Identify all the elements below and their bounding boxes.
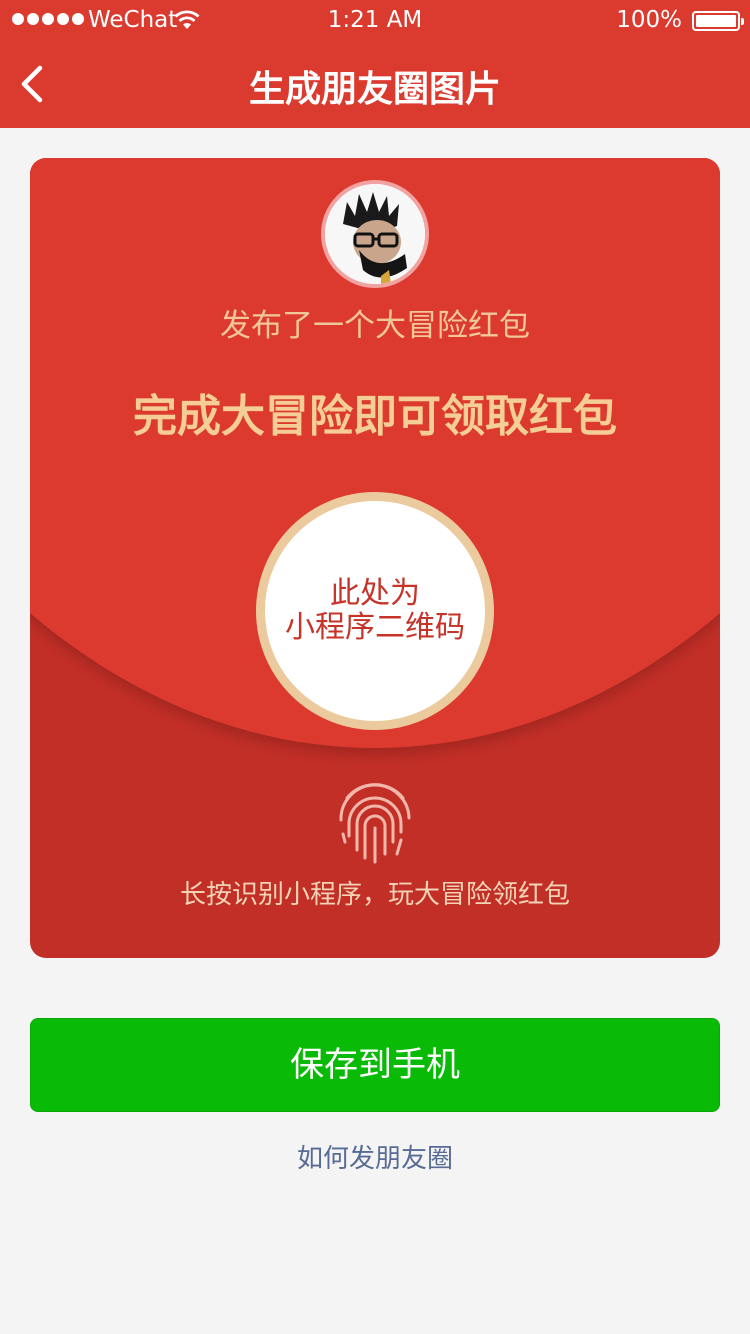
battery-percent: 100% — [616, 7, 682, 33]
qr-placeholder-line2: 小程序二维码 — [285, 610, 465, 645]
long-press-hint: 长按识别小程序，玩大冒险领红包 — [179, 880, 570, 910]
nav-bar: 生成朋友圈图片 — [0, 40, 750, 128]
avatar — [321, 180, 429, 288]
share-card: 发布了一个大冒险红包 完成大冒险即可领取红包 此处为 小程序二维码 长按识别小程… — [30, 158, 720, 958]
battery-icon — [692, 11, 744, 31]
how-to-share-link[interactable]: 如何发朋友圈 — [0, 1138, 750, 1175]
headline: 完成大冒险即可领取红包 — [133, 391, 617, 442]
top-bar: WeChat 1:21 AM 100% 生成朋友圈图片 — [0, 0, 750, 128]
qr-code-placeholder[interactable]: 此处为 小程序二维码 — [256, 492, 494, 730]
qr-placeholder-line1: 此处为 — [330, 576, 420, 611]
user-avatar-icon — [325, 184, 425, 284]
save-to-phone-button[interactable]: 保存到手机 — [30, 1018, 720, 1112]
status-bar: WeChat 1:21 AM 100% — [0, 0, 750, 40]
page-title: 生成朋友圈图片 — [248, 69, 501, 110]
fingerprint-icon — [335, 778, 415, 868]
publish-text: 发布了一个大冒险红包 — [220, 308, 530, 344]
